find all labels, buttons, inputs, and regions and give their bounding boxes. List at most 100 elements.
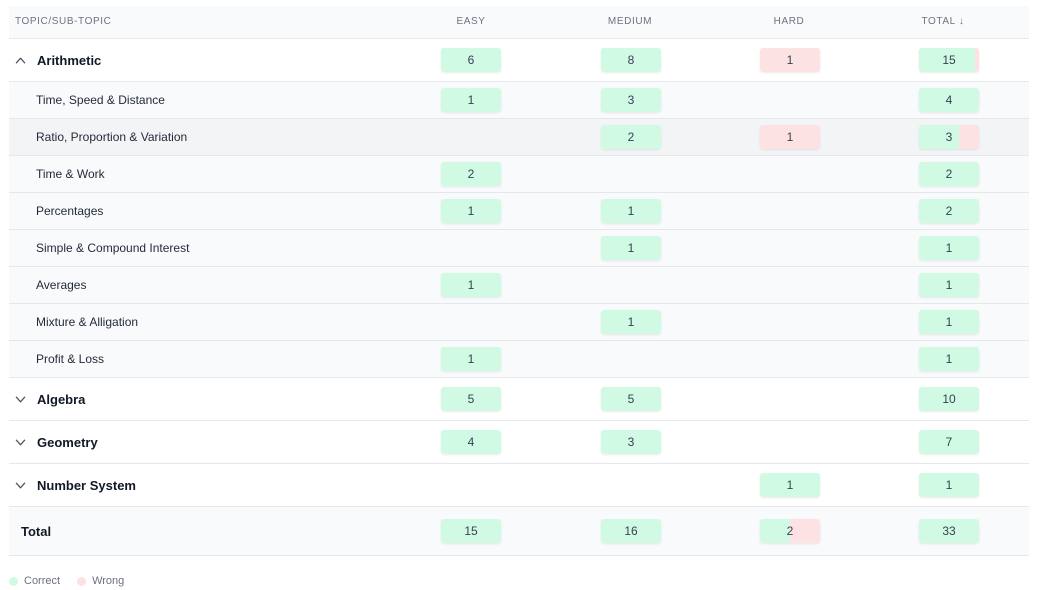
chevron-up-icon[interactable] bbox=[15, 55, 26, 66]
wrong-fill bbox=[790, 519, 820, 543]
table-header: TOPIC/SUB-TOPIC EASY MEDIUM HARD TOTAL ↓ bbox=[9, 6, 1029, 39]
row-name: Time & Work bbox=[36, 167, 105, 181]
wrong-fill bbox=[974, 48, 979, 72]
total-count-badge: 7 bbox=[919, 430, 979, 454]
medium-count: 8 bbox=[627, 53, 635, 67]
topic-row[interactable]: Number System 1 1 bbox=[9, 464, 1029, 507]
header-hard[interactable]: HARD bbox=[729, 6, 849, 37]
row-label: Time & Work bbox=[36, 156, 105, 192]
easy-cell: 2 bbox=[441, 156, 501, 192]
easy-count-badge: 1 bbox=[441, 199, 501, 223]
total-count: 2 bbox=[945, 167, 953, 181]
total-cell: 1 bbox=[919, 304, 979, 340]
topic-row[interactable]: Algebra 5 5 10 bbox=[9, 378, 1029, 421]
total-cell: 10 bbox=[919, 378, 979, 420]
medium-count: 1 bbox=[627, 241, 635, 255]
total-count: 1 bbox=[945, 315, 953, 329]
correct-fill bbox=[760, 519, 790, 543]
hard-cell: 1 bbox=[760, 464, 820, 506]
medium-cell: 1 bbox=[601, 193, 661, 229]
total-count: 1 bbox=[945, 478, 953, 492]
total-count-badge: 10 bbox=[919, 387, 979, 411]
medium-count-badge: 1 bbox=[601, 310, 661, 334]
easy-count: 1 bbox=[467, 278, 475, 292]
medium-count: 5 bbox=[627, 392, 635, 406]
medium-cell: 1 bbox=[601, 230, 661, 266]
subtopic-row: Ratio, Proportion & Variation 2 1 3 bbox=[9, 119, 1029, 156]
total-cell: 1 bbox=[919, 230, 979, 266]
easy-count-badge: 6 bbox=[441, 48, 501, 72]
row-label: Total bbox=[21, 507, 51, 555]
header-total-sort[interactable]: TOTAL ↓ bbox=[883, 6, 1003, 37]
easy-count: 15 bbox=[464, 524, 478, 538]
correct-swatch bbox=[9, 576, 18, 586]
wrong-swatch bbox=[77, 576, 87, 586]
total-count: 1 bbox=[945, 241, 953, 255]
easy-count-badge: 1 bbox=[441, 273, 501, 297]
total-count: 1 bbox=[945, 352, 953, 366]
hard-count: 1 bbox=[786, 478, 794, 492]
header-easy[interactable]: EASY bbox=[411, 6, 531, 37]
hard-count: 1 bbox=[786, 53, 794, 67]
row-label[interactable]: Arithmetic bbox=[15, 39, 101, 81]
row-name: Number System bbox=[37, 477, 136, 493]
row-name: Percentages bbox=[36, 204, 104, 218]
medium-count: 3 bbox=[627, 435, 635, 449]
row-label: Averages bbox=[36, 267, 86, 303]
easy-count: 1 bbox=[467, 352, 475, 366]
hard-count-badge: 1 bbox=[760, 125, 820, 149]
total-count-badge: 1 bbox=[919, 310, 979, 334]
easy-count: 4 bbox=[467, 435, 475, 449]
chevron-down-icon[interactable] bbox=[15, 480, 26, 491]
subtopic-row: Simple & Compound Interest 1 1 bbox=[9, 230, 1029, 267]
medium-count: 1 bbox=[627, 315, 635, 329]
medium-count-badge: 1 bbox=[601, 236, 661, 260]
total-count-badge: 15 bbox=[919, 48, 979, 72]
row-label: Ratio, Proportion & Variation bbox=[36, 119, 187, 155]
medium-cell: 5 bbox=[601, 378, 661, 420]
medium-cell: 2 bbox=[601, 119, 661, 155]
subtopic-row: Time & Work 2 2 bbox=[9, 156, 1029, 193]
legend-correct: Correct bbox=[9, 575, 60, 587]
total-cell: 4 bbox=[919, 82, 979, 118]
easy-cell: 1 bbox=[441, 267, 501, 303]
total-count: 10 bbox=[942, 392, 956, 406]
row-label[interactable]: Algebra bbox=[15, 378, 85, 420]
legend-correct-label: Correct bbox=[24, 575, 61, 587]
medium-count: 2 bbox=[627, 130, 635, 144]
row-label[interactable]: Geometry bbox=[15, 421, 98, 463]
easy-cell: 4 bbox=[441, 421, 501, 463]
medium-cell: 16 bbox=[601, 507, 661, 555]
row-name: Time, Speed & Distance bbox=[36, 93, 165, 107]
hard-count-badge: 2 bbox=[760, 519, 820, 543]
medium-count: 3 bbox=[627, 93, 635, 107]
total-count-badge: 33 bbox=[919, 519, 979, 543]
row-label: Simple & Compound Interest bbox=[36, 230, 189, 266]
hard-count-badge: 1 bbox=[760, 473, 820, 497]
chevron-down-icon[interactable] bbox=[15, 394, 26, 405]
total-cell: 3 bbox=[919, 119, 979, 155]
legend: Correct Wrong bbox=[9, 575, 141, 587]
subtopic-row: Profit & Loss 1 1 bbox=[9, 341, 1029, 378]
medium-count: 1 bbox=[627, 204, 635, 218]
hard-count-badge: 1 bbox=[760, 48, 820, 72]
total-count-badge: 1 bbox=[919, 347, 979, 371]
medium-cell: 8 bbox=[601, 39, 661, 81]
medium-count-badge: 16 bbox=[601, 519, 661, 543]
total-cell: 1 bbox=[919, 464, 979, 506]
medium-count: 16 bbox=[624, 524, 638, 538]
row-label[interactable]: Number System bbox=[15, 464, 136, 506]
header-medium[interactable]: MEDIUM bbox=[570, 6, 690, 37]
easy-count: 1 bbox=[467, 93, 475, 107]
wrong-fill bbox=[959, 125, 979, 149]
row-label: Mixture & Alligation bbox=[36, 304, 138, 340]
chevron-down-icon[interactable] bbox=[15, 437, 26, 448]
topic-row[interactable]: Geometry 4 3 7 bbox=[9, 421, 1029, 464]
topic-row[interactable]: Arithmetic 6 8 1 15 bbox=[9, 39, 1029, 82]
easy-count-badge: 4 bbox=[441, 430, 501, 454]
total-count-badge: 2 bbox=[919, 199, 979, 223]
medium-cell: 3 bbox=[601, 82, 661, 118]
medium-count-badge: 5 bbox=[601, 387, 661, 411]
subtopic-row: Mixture & Alligation 1 1 bbox=[9, 304, 1029, 341]
total-count: 3 bbox=[945, 130, 953, 144]
